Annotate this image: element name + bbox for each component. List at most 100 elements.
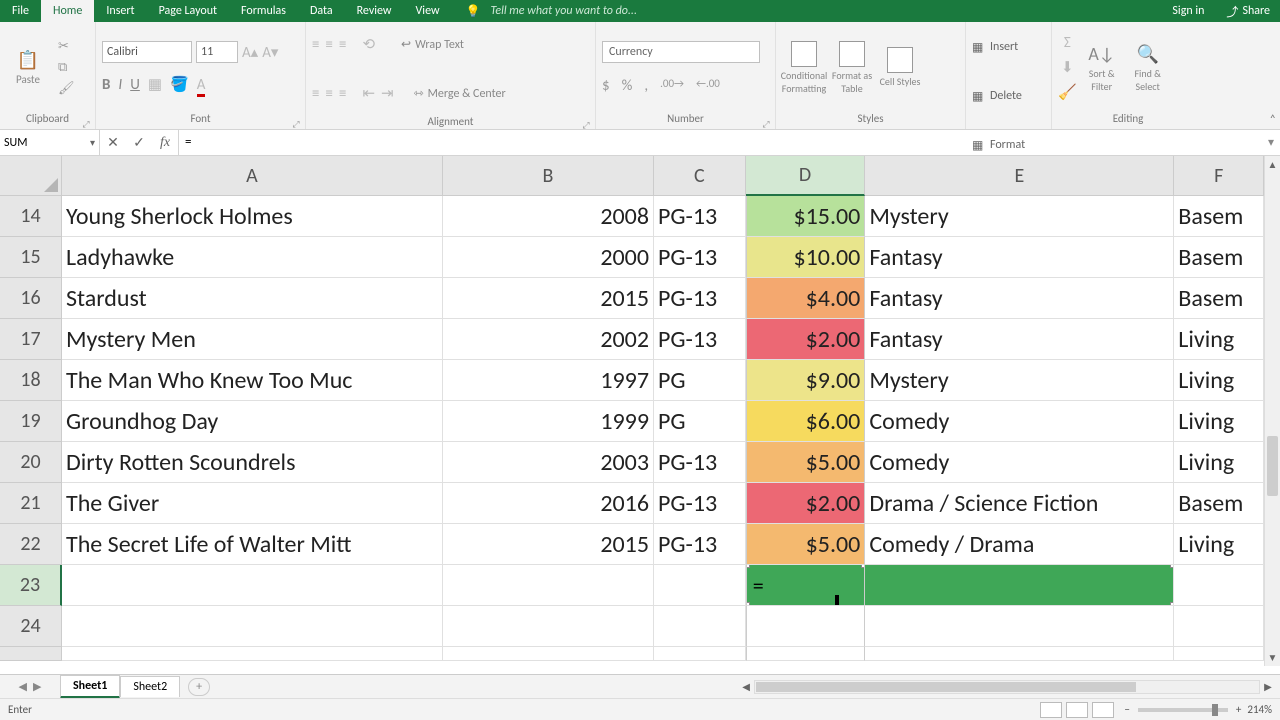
sign-in-link[interactable]: Sign in: [1160, 4, 1216, 18]
tab-page-layout[interactable]: Page Layout: [147, 0, 229, 22]
number-launcher[interactable]: ⤢: [761, 117, 771, 127]
cell-D24[interactable]: [746, 606, 866, 647]
sort-filter-button[interactable]: A↓ Sort & Filter: [1081, 43, 1123, 93]
cell-D18[interactable]: $9.00: [746, 360, 866, 401]
cell-F15[interactable]: Basem: [1174, 237, 1264, 278]
tab-home[interactable]: Home: [41, 0, 94, 22]
cell-A21[interactable]: The Giver: [62, 483, 443, 524]
cell-F23[interactable]: [1174, 565, 1264, 606]
cell-E25[interactable]: [865, 647, 1174, 661]
accounting-format-button[interactable]: $: [602, 77, 610, 95]
cell-E20[interactable]: Comedy: [865, 442, 1174, 483]
cell-D20[interactable]: $5.00: [746, 442, 866, 483]
font-name-combo[interactable]: Calibri: [102, 41, 192, 63]
row-header-21[interactable]: 21: [0, 483, 62, 524]
select-all-button[interactable]: [0, 156, 62, 196]
format-as-table-button[interactable]: Format as Table: [830, 41, 874, 95]
cell-A18[interactable]: The Man Who Knew Too Muc: [62, 360, 443, 401]
font-launcher[interactable]: ⤢: [291, 117, 301, 127]
column-header-E[interactable]: E: [865, 156, 1174, 196]
page-break-view-button[interactable]: [1092, 702, 1114, 718]
cell-C14[interactable]: PG-13: [654, 196, 746, 237]
cell-C23[interactable]: [654, 565, 746, 606]
align-bottom-button[interactable]: ≡: [339, 36, 346, 54]
expand-formula-bar-button[interactable]: ▾: [1262, 130, 1280, 155]
row-header-22[interactable]: 22: [0, 524, 62, 565]
sheet-tab-2[interactable]: Sheet2: [120, 676, 180, 697]
row-header-14[interactable]: 14: [0, 196, 62, 237]
cell-B14[interactable]: 2008: [443, 196, 654, 237]
active-cell-D23[interactable]: =: [746, 565, 866, 606]
fill-button[interactable]: ⬇: [1061, 58, 1074, 77]
cell-E19[interactable]: Comedy: [865, 401, 1174, 442]
column-header-A[interactable]: A: [62, 156, 443, 196]
row-header-25[interactable]: [0, 647, 62, 661]
cell-B19[interactable]: 1999: [443, 401, 654, 442]
row-header-24[interactable]: 24: [0, 606, 62, 647]
number-format-combo[interactable]: Currency: [602, 41, 760, 63]
percent-format-button[interactable]: %: [622, 77, 633, 95]
cell-A25[interactable]: [62, 647, 443, 661]
cell-C18[interactable]: PG: [654, 360, 746, 401]
cell-B18[interactable]: 1997: [443, 360, 654, 401]
bold-button[interactable]: B: [102, 76, 110, 94]
column-header-C[interactable]: C: [654, 156, 746, 196]
row-header-16[interactable]: 16: [0, 278, 62, 319]
cell-E17[interactable]: Fantasy: [865, 319, 1174, 360]
cell-D14[interactable]: $15.00: [746, 196, 866, 237]
vscroll-thumb[interactable]: [1267, 436, 1278, 496]
cell-C22[interactable]: PG-13: [654, 524, 746, 565]
increase-font-button[interactable]: A▴: [242, 43, 258, 62]
enter-formula-button[interactable]: ✓: [126, 134, 152, 151]
cell-C25[interactable]: [654, 647, 746, 661]
row-header-17[interactable]: 17: [0, 319, 62, 360]
cell-D25[interactable]: [746, 647, 866, 661]
cell-E18[interactable]: Mystery: [865, 360, 1174, 401]
insert-function-button[interactable]: fx: [152, 135, 178, 151]
increase-decimal-button[interactable]: .00→: [660, 77, 684, 95]
tab-review[interactable]: Review: [345, 0, 404, 22]
cell-D17[interactable]: $2.00: [746, 319, 866, 360]
row-header-18[interactable]: 18: [0, 360, 62, 401]
row-header-19[interactable]: 19: [0, 401, 62, 442]
cell-C20[interactable]: PG-13: [654, 442, 746, 483]
cell-B15[interactable]: 2000: [443, 237, 654, 278]
cell-B22[interactable]: 2015: [443, 524, 654, 565]
zoom-level[interactable]: 214%: [1247, 703, 1272, 716]
cell-A23[interactable]: [62, 565, 443, 606]
cell-F21[interactable]: Basem: [1174, 483, 1264, 524]
clear-button[interactable]: 🧹: [1058, 83, 1077, 102]
cell-C21[interactable]: PG-13: [654, 483, 746, 524]
column-header-B[interactable]: B: [443, 156, 654, 196]
cell-A19[interactable]: Groundhog Day: [62, 401, 443, 442]
cell-B20[interactable]: 2003: [443, 442, 654, 483]
cell-C17[interactable]: PG-13: [654, 319, 746, 360]
page-layout-view-button[interactable]: [1066, 702, 1088, 718]
column-header-F[interactable]: F: [1174, 156, 1264, 196]
cell-A20[interactable]: Dirty Rotten Scoundrels: [62, 442, 443, 483]
cell-D16[interactable]: $4.00: [746, 278, 866, 319]
tab-file[interactable]: File: [0, 0, 41, 22]
cell-F25[interactable]: [1174, 647, 1264, 661]
copy-button[interactable]: ⧉: [58, 60, 75, 75]
cell-B16[interactable]: 2015: [443, 278, 654, 319]
cell-A14[interactable]: Young Sherlock Holmes: [62, 196, 443, 237]
cell-F18[interactable]: Living: [1174, 360, 1264, 401]
cell-D21[interactable]: $2.00: [746, 483, 866, 524]
decrease-indent-button[interactable]: ⇤: [362, 84, 375, 103]
sheet-tab-1[interactable]: Sheet1: [60, 675, 120, 699]
alignment-launcher[interactable]: ⤢: [581, 118, 591, 128]
cell-B25[interactable]: [443, 647, 654, 661]
cell-E15[interactable]: Fantasy: [865, 237, 1174, 278]
cell-E21[interactable]: Drama / Science Fiction: [865, 483, 1174, 524]
cell-E22[interactable]: Comedy / Drama: [865, 524, 1174, 565]
align-left-button[interactable]: ≡: [312, 85, 319, 103]
cell-F19[interactable]: Living: [1174, 401, 1264, 442]
cell-E23[interactable]: [865, 565, 1174, 606]
insert-cells-button[interactable]: ▦Insert: [972, 26, 1018, 67]
fill-color-button[interactable]: 🪣: [170, 75, 189, 94]
cell-F22[interactable]: Living: [1174, 524, 1264, 565]
tab-insert[interactable]: Insert: [94, 0, 146, 22]
align-middle-button[interactable]: ≡: [325, 36, 332, 54]
cell-A15[interactable]: Ladyhawke: [62, 237, 443, 278]
